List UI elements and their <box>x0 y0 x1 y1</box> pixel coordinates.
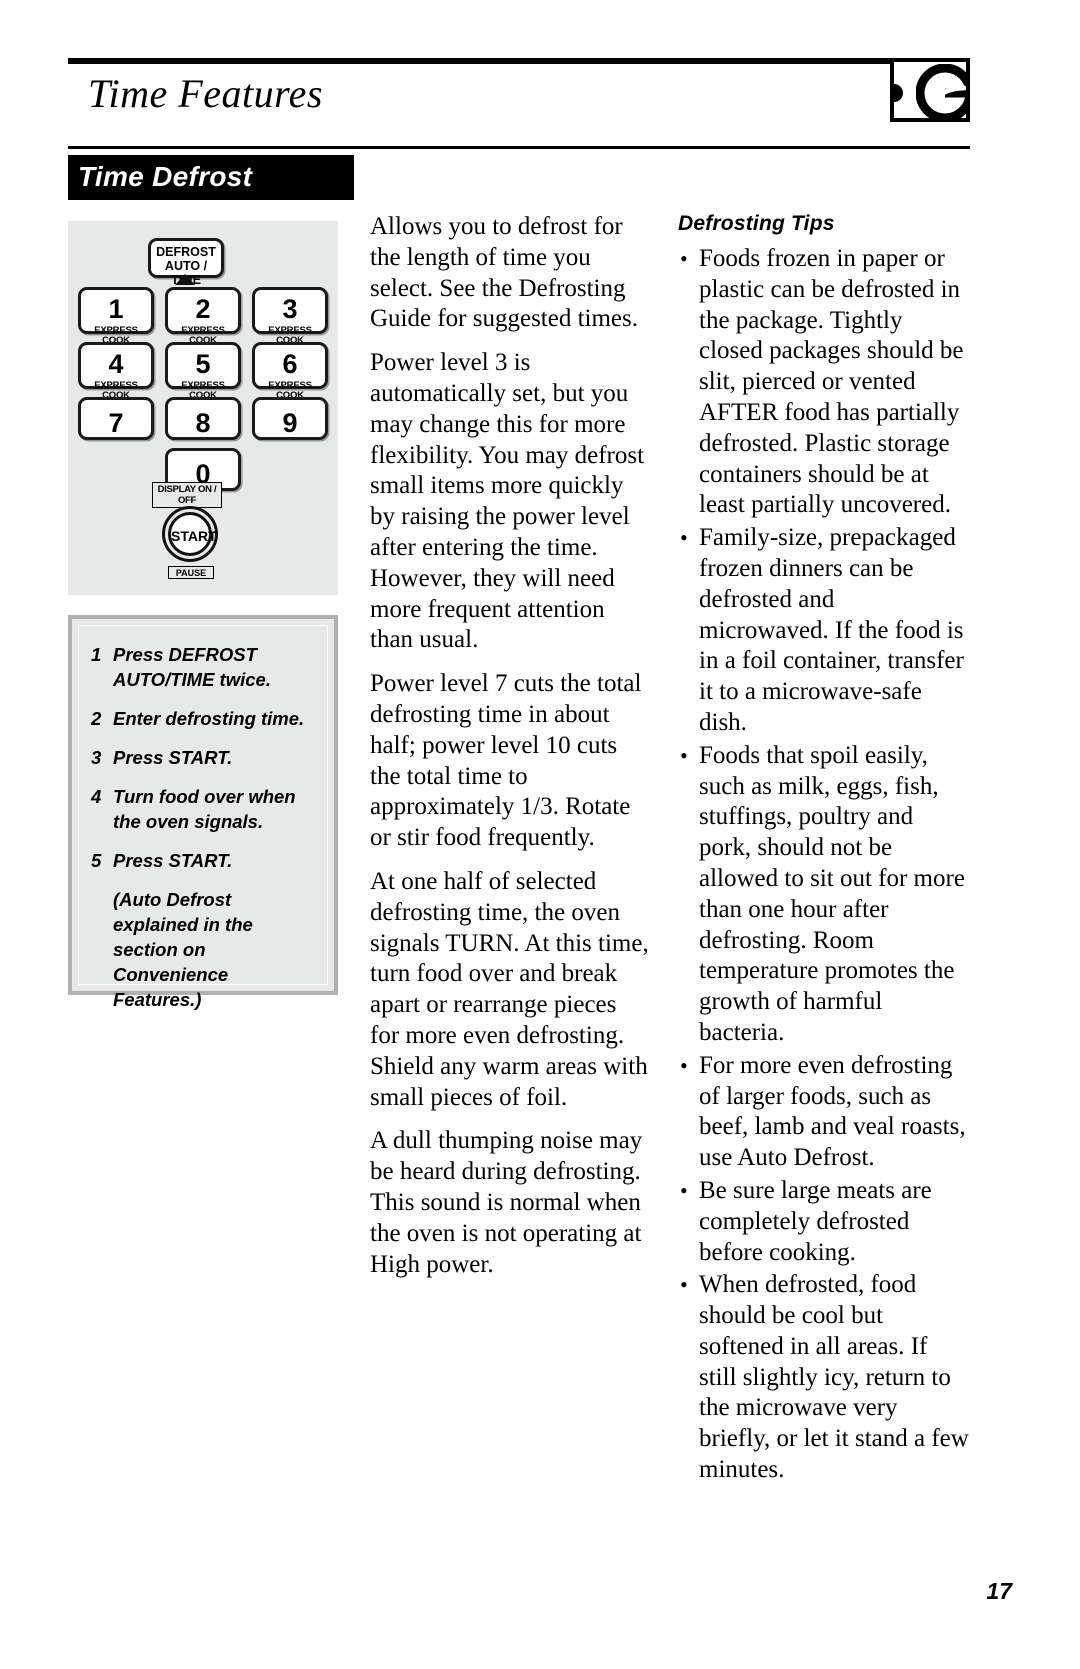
bullet-icon: • <box>680 246 688 271</box>
bullet-icon: • <box>680 1177 688 1203</box>
step-item: 1 Press DEFROST AUTO/TIME twice. <box>91 642 317 692</box>
key-number: 1 <box>108 294 124 324</box>
start-button[interactable]: START <box>162 506 218 562</box>
defrost-auto-time-key[interactable]: DEFROST AUTO / TIME <box>148 238 224 287</box>
page-title: Time Features <box>88 71 323 116</box>
control-panel-diagram: DEFROST AUTO / TIME 1 EXPRESS COOK 2 EXP… <box>68 221 338 595</box>
key-number: 2 <box>195 294 211 324</box>
step-item: 4 Turn food over when the oven signals. <box>91 784 317 834</box>
tip-text: For more even defrosting of larger foods… <box>699 1051 966 1172</box>
bullet-icon: • <box>680 525 688 551</box>
step-number: 3 <box>91 747 102 768</box>
step-item: 5 Press START. <box>91 848 317 873</box>
key-number: 8 <box>195 408 211 438</box>
step-text: Press START. <box>113 850 233 871</box>
step-text: Turn food over when the oven signals. <box>113 786 296 832</box>
tip-text: Family-size, prepackaged frozen dinners … <box>699 524 964 736</box>
header-top-rule <box>68 58 970 64</box>
key-number: 4 <box>108 349 124 379</box>
steps-inner: 1 Press DEFROST AUTO/TIME twice. 2 Enter… <box>78 625 328 1010</box>
step-number: 1 <box>91 644 102 665</box>
keypad-key-4[interactable]: 4 EXPRESS COOK <box>78 342 154 400</box>
tip-text: Be sure large meats are completely defro… <box>699 1176 932 1266</box>
tip-item: • Family-size, prepackaged frozen dinner… <box>678 523 970 739</box>
step-number: 4 <box>91 786 102 807</box>
manual-page: Time Features Time Defrost DEFROST AUTO … <box>0 0 1080 1669</box>
bullet-icon: • <box>680 1272 688 1298</box>
tip-item: • When defrosted, food should be cool bu… <box>678 1270 970 1486</box>
key-number: 3 <box>282 294 298 324</box>
keypad-key-2[interactable]: 2 EXPRESS COOK <box>165 287 241 345</box>
keypad-key-8[interactable]: 8 <box>165 397 241 440</box>
defrost-key-pointer-icon <box>175 274 195 285</box>
start-button-label: START <box>168 512 217 556</box>
section-title: Time Defrost <box>78 161 253 192</box>
keypad-key-7[interactable]: 7 <box>78 397 154 440</box>
header-second-rule <box>68 146 970 149</box>
display-on-off-label[interactable]: DISPLAY ON / OFF <box>152 482 222 508</box>
defrost-key-line1: DEFROST <box>156 245 216 259</box>
logo-dot-icon <box>894 84 903 102</box>
body-paragraph: A dull thumping noise may be heard durin… <box>370 1127 643 1278</box>
step-item: 3 Press START. <box>91 745 317 770</box>
step-text: Press DEFROST AUTO/TIME twice. <box>113 644 271 690</box>
tip-item: • Foods that spoil easily, such as milk,… <box>678 741 970 1049</box>
bullet-icon: • <box>680 1052 688 1078</box>
steps-note: (Auto Defrost explained in the section o… <box>113 889 253 1010</box>
key-number: 7 <box>108 408 124 438</box>
ge-monogram-icon <box>916 64 966 118</box>
tip-text: Foods that spoil easily, such as milk, e… <box>699 741 965 1046</box>
keypad-key-9[interactable]: 9 <box>252 397 328 440</box>
steps-box: 1 Press DEFROST AUTO/TIME twice. 2 Enter… <box>68 615 338 1010</box>
step-number: 2 <box>91 708 102 729</box>
step-number: 5 <box>91 850 102 871</box>
step-text: Enter defrosting time. <box>113 708 305 729</box>
key-number: 5 <box>195 349 211 379</box>
middle-column: Allows you to defrost for the length of … <box>370 212 650 1293</box>
tip-text: When defrosted, food should be cool but … <box>699 1271 969 1484</box>
bullet-icon: • <box>680 742 688 768</box>
right-column: Defrosting Tips • Foods frozen in paper … <box>678 212 970 1488</box>
tip-item: • Be sure large meats are completely def… <box>678 1176 970 1268</box>
tip-text: Foods frozen in paper or plastic can be … <box>699 245 964 519</box>
keypad-key-6[interactable]: 6 EXPRESS COOK <box>252 342 328 400</box>
step-item: 2 Enter defrosting time. <box>91 706 317 731</box>
ge-logo-box <box>890 58 970 122</box>
keypad-key-1[interactable]: 1 EXPRESS COOK <box>78 287 154 345</box>
body-paragraph: Power level 3 is automatically set, but … <box>370 349 645 654</box>
body-paragraph: At one half of selected defrosting time,… <box>370 867 649 1111</box>
tip-item: • For more even defrosting of larger foo… <box>678 1051 970 1174</box>
key-number: 6 <box>282 349 298 379</box>
body-paragraph: Allows you to defrost for the length of … <box>370 213 639 333</box>
keypad-key-5[interactable]: 5 EXPRESS COOK <box>165 342 241 400</box>
step-text: Press START. <box>113 747 233 768</box>
pause-label[interactable]: PAUSE <box>168 566 214 579</box>
defrosting-tips-title: Defrosting Tips <box>678 212 835 235</box>
key-number: 9 <box>282 408 298 438</box>
keypad-key-3[interactable]: 3 EXPRESS COOK <box>252 287 328 345</box>
tip-item: • Foods frozen in paper or plastic can b… <box>678 244 970 521</box>
page-number: 17 <box>986 1578 1012 1604</box>
body-paragraph: Power level 7 cuts the total defrosting … <box>370 670 642 852</box>
